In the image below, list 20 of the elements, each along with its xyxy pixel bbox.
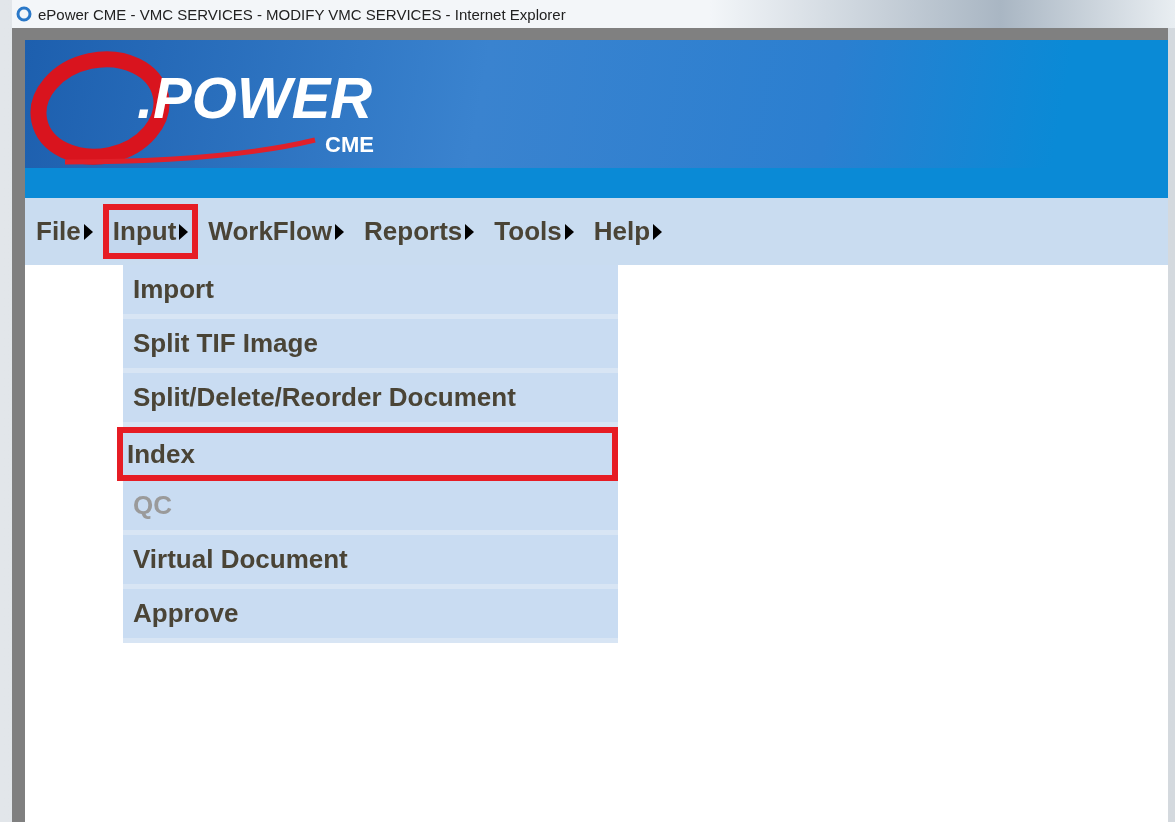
menu-item[interactable]: Reports <box>354 204 485 259</box>
caret-icon <box>179 223 189 240</box>
dropdown-item[interactable]: Split/Delete/Reorder Document <box>123 373 618 427</box>
dropdown-item[interactable]: Index <box>117 427 618 481</box>
caret-icon <box>465 223 475 240</box>
caret-icon <box>335 223 345 240</box>
menu-item[interactable]: WorkFlow <box>198 204 355 259</box>
caret-icon <box>653 223 663 240</box>
menu-item[interactable]: Tools <box>484 204 584 259</box>
menu-item[interactable]: Input <box>102 204 199 259</box>
menu-item[interactable]: Help <box>583 204 673 259</box>
dropdown-item[interactable]: Split TIF Image <box>123 319 618 373</box>
caret-icon <box>564 223 574 240</box>
caret-icon <box>83 223 93 240</box>
browser-icon <box>16 6 32 22</box>
dropdown-item[interactable]: Import <box>123 265 618 319</box>
menu-item[interactable]: File <box>26 204 103 259</box>
dropdown-item[interactable]: Virtual Document <box>123 535 618 589</box>
window-title: ePower CME - VMC SERVICES - MODIFY VMC SERVICES - Internet Explorer <box>38 5 566 23</box>
dropdown-item[interactable]: Approve <box>123 589 618 643</box>
